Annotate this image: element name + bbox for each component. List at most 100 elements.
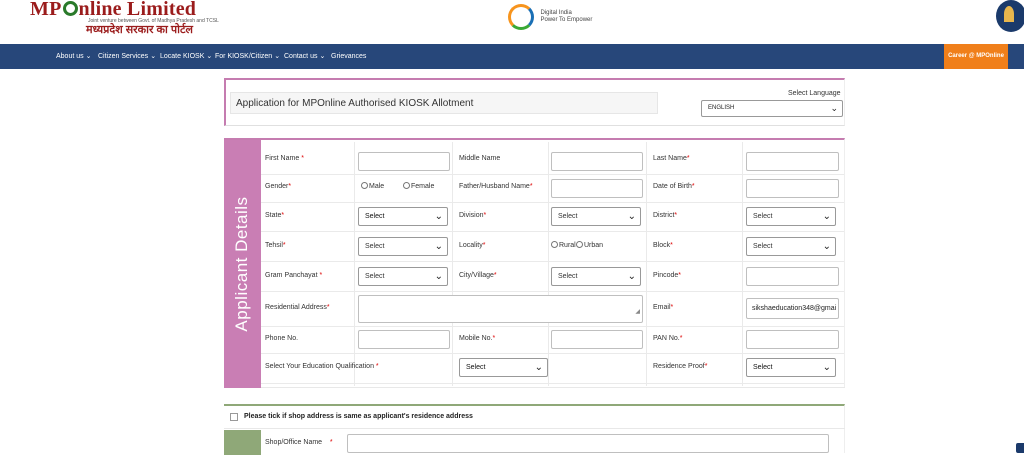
digital-india-text: Digital India	[540, 10, 572, 16]
radio-icon	[403, 182, 410, 189]
logo-text-prefix: MP	[30, 0, 62, 20]
block-label: Block*	[653, 242, 673, 249]
pan-input[interactable]	[746, 330, 839, 349]
first-name-input[interactable]	[358, 152, 450, 171]
gender-male-radio[interactable]: Male	[361, 182, 384, 190]
state-select[interactable]: Select ⌄	[358, 207, 448, 226]
digital-india-subtext: Power To Empower	[540, 17, 593, 23]
email-label: Email*	[653, 304, 674, 311]
chevron-down-icon: ⌄	[830, 103, 838, 113]
nav-item-citizen-services[interactable]: Citizen Services ⌄	[98, 44, 156, 69]
chevron-down-icon: ⌄	[206, 53, 213, 60]
block-select[interactable]: Select ⌄	[746, 237, 836, 256]
site-header: MP nline Limited Joint venture between Go…	[0, 0, 1024, 44]
shop-name-label: Shop/Office Name *	[265, 439, 333, 446]
shop-details-panel: Please tick if shop address is same as a…	[224, 404, 845, 455]
logo-o-mark	[62, 1, 78, 16]
chevron-down-icon: ⌄	[822, 241, 831, 252]
same-address-checkbox[interactable]	[230, 413, 238, 421]
chevron-down-icon: ⌄	[434, 241, 443, 252]
applicant-details-sidebar: Applicant Details	[224, 140, 261, 388]
middle-name-label: Middle Name	[459, 155, 501, 162]
nav-item-for-kiosk-citizen[interactable]: For KIOSK/Citizen ⌄	[215, 44, 280, 69]
education-select[interactable]: Select ⌄	[459, 358, 548, 377]
logo-hindi-tagline: मध्यप्रदेश सरकार का पोर्टल	[86, 24, 193, 36]
phone-input[interactable]	[358, 330, 450, 349]
locality-rural-radio[interactable]: Rural	[551, 241, 576, 249]
middle-name-input[interactable]	[551, 152, 643, 171]
same-address-label: Please tick if shop address is same as a…	[244, 413, 473, 420]
form-title: Application for MPOnline Authorised KIOS…	[236, 98, 474, 109]
section-title: Applicant Details	[232, 196, 251, 332]
chevron-down-icon: ⌄	[627, 271, 636, 282]
chevron-down-icon: ⌄	[434, 211, 443, 222]
tehsil-label: Tehsil*	[265, 242, 286, 249]
nav-item-grievances[interactable]: Grievances	[331, 44, 366, 69]
chevron-down-icon: ⌄	[822, 362, 831, 373]
shop-name-input[interactable]	[347, 434, 829, 453]
email-input[interactable]: sikshaeducation348@gmai	[746, 298, 839, 319]
dob-input[interactable]	[746, 179, 839, 198]
gram-panchayat-select[interactable]: Select ⌄	[358, 267, 448, 286]
last-name-input[interactable]	[746, 152, 839, 171]
gender-female-radio[interactable]: Female	[403, 182, 434, 190]
pincode-input[interactable]	[746, 267, 839, 286]
father-name-label: Father/Husband Name*	[459, 183, 533, 190]
city-village-label: City/Village*	[459, 272, 497, 279]
nav-item-about-us[interactable]: About us ⌄	[56, 44, 92, 69]
radio-icon	[361, 182, 368, 189]
district-select[interactable]: Select ⌄	[746, 207, 836, 226]
gram-panchayat-label: Gram Panchayat *	[265, 272, 323, 279]
chat-widget-icon[interactable]	[1016, 443, 1024, 453]
nav-item-locate-kiosk[interactable]: Locate KIOSK ⌄	[160, 44, 212, 69]
chevron-down-icon: ⌄	[534, 362, 543, 373]
chevron-down-icon: ⌄	[822, 211, 831, 222]
residence-proof-label: Residence Proof*	[653, 363, 708, 370]
mponline-logo[interactable]: MP nline Limited Joint venture between Go…	[30, 0, 219, 36]
last-name-label: Last Name*	[653, 155, 690, 162]
main-navigation: About us ⌄ Citizen Services ⌄ Locate KIOSK…	[0, 44, 1024, 69]
state-label: State*	[265, 212, 285, 219]
chevron-down-icon: ⌄	[150, 53, 157, 60]
first-name-label: First Name *	[265, 155, 304, 162]
district-label: District*	[653, 212, 678, 219]
shop-details-sidebar	[224, 430, 261, 455]
chevron-down-icon: ⌄	[319, 53, 326, 60]
language-select[interactable]: ENGLISH ⌄	[701, 100, 843, 117]
form-header-panel: Application for MPOnline Authorised KIOS…	[224, 78, 845, 126]
dob-label: Date of Birth*	[653, 183, 695, 190]
pan-label: PAN No.*	[653, 335, 683, 342]
residential-address-label: Residential Address*	[265, 304, 330, 311]
residential-address-textarea[interactable]: ◢	[358, 295, 643, 323]
radio-icon	[551, 241, 558, 248]
division-label: Division*	[459, 212, 487, 219]
chevron-down-icon: ⌄	[274, 53, 281, 60]
father-name-input[interactable]	[551, 179, 643, 198]
locality-urban-radio[interactable]: Urban	[576, 241, 603, 249]
language-label: Select Language	[788, 90, 841, 97]
form-title-box: Application for MPOnline Authorised KIOS…	[230, 92, 658, 114]
logo-text-suffix: nline Limited	[78, 0, 197, 20]
city-village-select[interactable]: Select ⌄	[551, 267, 641, 286]
residence-proof-select[interactable]: Select ⌄	[746, 358, 836, 377]
career-button[interactable]: Career @ MPOnline	[944, 44, 1008, 69]
government-emblem-icon	[996, 0, 1024, 32]
gender-label: Gender*	[265, 183, 292, 190]
chevron-down-icon: ⌄	[85, 53, 92, 60]
digital-india-icon	[508, 4, 534, 30]
applicant-details-panel: Applicant Details First Name * Middle Na…	[224, 138, 845, 388]
education-label: Select Your Education Qualification *	[265, 363, 379, 370]
division-select[interactable]: Select ⌄	[551, 207, 641, 226]
phone-label: Phone No.	[265, 335, 299, 342]
resize-handle-icon[interactable]: ◢	[635, 304, 640, 321]
radio-icon	[576, 241, 583, 248]
pincode-label: Pincode*	[653, 272, 682, 279]
tehsil-select[interactable]: Select ⌄	[358, 237, 448, 256]
mobile-input[interactable]	[551, 330, 643, 349]
mobile-label: Mobile No.*	[459, 335, 496, 342]
digital-india-logo: Digital India Power To Empower	[508, 4, 592, 30]
locality-label: Locality*	[459, 242, 486, 249]
chevron-down-icon: ⌄	[627, 211, 636, 222]
nav-item-contact-us[interactable]: Contact us ⌄	[284, 44, 325, 69]
chevron-down-icon: ⌄	[434, 271, 443, 282]
